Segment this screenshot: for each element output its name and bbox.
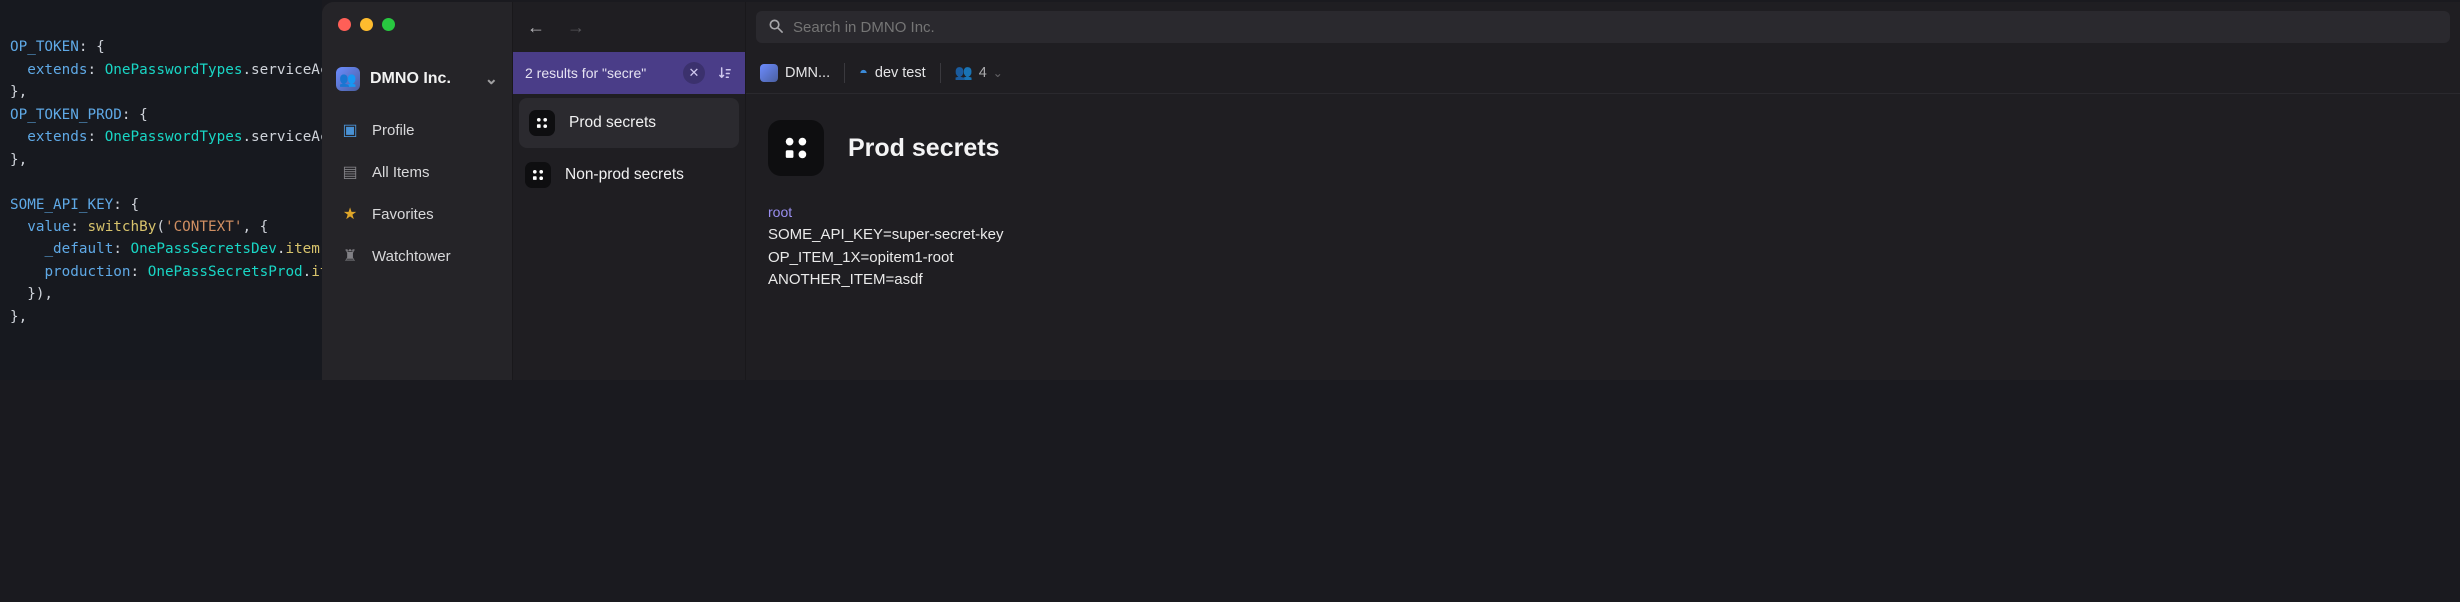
org-avatar-icon [760,64,778,82]
item-list-panel: ← → 2 results for "secre" ✕ Prod secrets… [512,2,746,380]
search-box[interactable] [756,11,2450,43]
sort-button[interactable] [713,62,735,84]
code-key: OP_TOKEN_PROD [10,107,122,123]
window-zoom-button[interactable] [382,18,395,31]
org-switcher[interactable]: 👥 DMNO Inc. ⌄ [322,61,512,109]
secret-field-line[interactable]: SOME_API_KEY=super-secret-key [768,224,2438,247]
sort-icon [717,66,732,81]
nav-forward-button[interactable]: → [563,14,589,40]
item-title: Prod secrets [848,134,999,163]
results-count-text: 2 results for "secre" [525,65,683,81]
chevron-down-icon: ⌄ [993,66,1003,80]
breadcrumb-vault-label: dev test [875,65,926,81]
breadcrumb-vault[interactable]: ◓ dev test [859,65,926,81]
people-icon: 👥 [955,64,973,81]
clear-search-button[interactable]: ✕ [683,62,705,84]
sidebar-item-label: Favorites [372,206,434,223]
org-avatar-icon: 👥 [336,67,360,91]
separator [844,63,845,83]
code-key: OP_TOKEN [10,39,79,55]
item-title-row: Prod secrets [768,120,2438,176]
secret-field-line[interactable]: ANOTHER_ITEM=asdf [768,269,2438,292]
breadcrumb-org-label: DMN... [785,65,830,81]
org-name: DMNO Inc. [370,70,451,88]
sidebar-item-favorites[interactable]: ★ Favorites [322,193,512,235]
sidebar: 👥 DMNO Inc. ⌄ ▣ Profile ▤ All Items ★ Fa… [322,2,512,380]
list-item-name: Non-prod secrets [565,166,684,184]
vault-members[interactable]: 👥 4 ⌄ [955,64,1003,81]
code-key: SOME_API_KEY [10,197,113,213]
member-count: 4 [979,65,987,81]
profile-icon: ▣ [340,120,360,140]
search-results-header: 2 results for "secre" ✕ [513,52,745,94]
section-label: root [768,204,2438,220]
separator [940,63,941,83]
item-type-icon [768,120,824,176]
item-type-icon [525,162,551,188]
sidebar-item-all-items[interactable]: ▤ All Items [322,151,512,193]
archive-icon: ▤ [340,162,360,182]
item-detail-body: Prod secrets root SOME_API_KEY=super-sec… [746,94,2460,318]
secret-field-line[interactable]: OP_ITEM_1X=opitem1-root [768,247,2438,270]
tower-icon: ♜ [340,246,360,266]
window-close-button[interactable] [338,18,351,31]
sidebar-item-label: Profile [372,122,415,139]
code-editor-pane: OP_TOKEN: { extends: OnePasswordTypes.se… [0,0,322,380]
nav-back-button[interactable]: ← [523,14,549,40]
window-minimize-button[interactable] [360,18,373,31]
sidebar-item-label: Watchtower [372,248,451,265]
breadcrumb: DMN... ◓ dev test 👥 4 ⌄ [746,52,2460,94]
onepassword-window: 👥 DMNO Inc. ⌄ ▣ Profile ▤ All Items ★ Fa… [322,2,2460,380]
item-detail-panel: DMN... ◓ dev test 👥 4 ⌄ Prod secrets roo… [746,2,2460,380]
star-icon: ★ [340,204,360,224]
list-item[interactable]: Non-prod secrets [513,150,745,200]
sidebar-item-watchtower[interactable]: ♜ Watchtower [322,235,512,277]
breadcrumb-org[interactable]: DMN... [760,64,830,82]
nav-toolbar: ← → [513,2,745,52]
sidebar-item-label: All Items [372,164,430,181]
sidebar-item-profile[interactable]: ▣ Profile [322,109,512,151]
list-item[interactable]: Prod secrets [519,98,739,148]
window-traffic-lights [322,18,512,31]
vault-icon: ◓ [859,65,868,81]
search-input[interactable] [793,19,2438,36]
list-item-name: Prod secrets [569,114,656,132]
search-icon [768,18,783,37]
chevron-down-icon: ⌄ [485,69,498,89]
search-toolbar [746,2,2460,52]
item-type-icon [529,110,555,136]
